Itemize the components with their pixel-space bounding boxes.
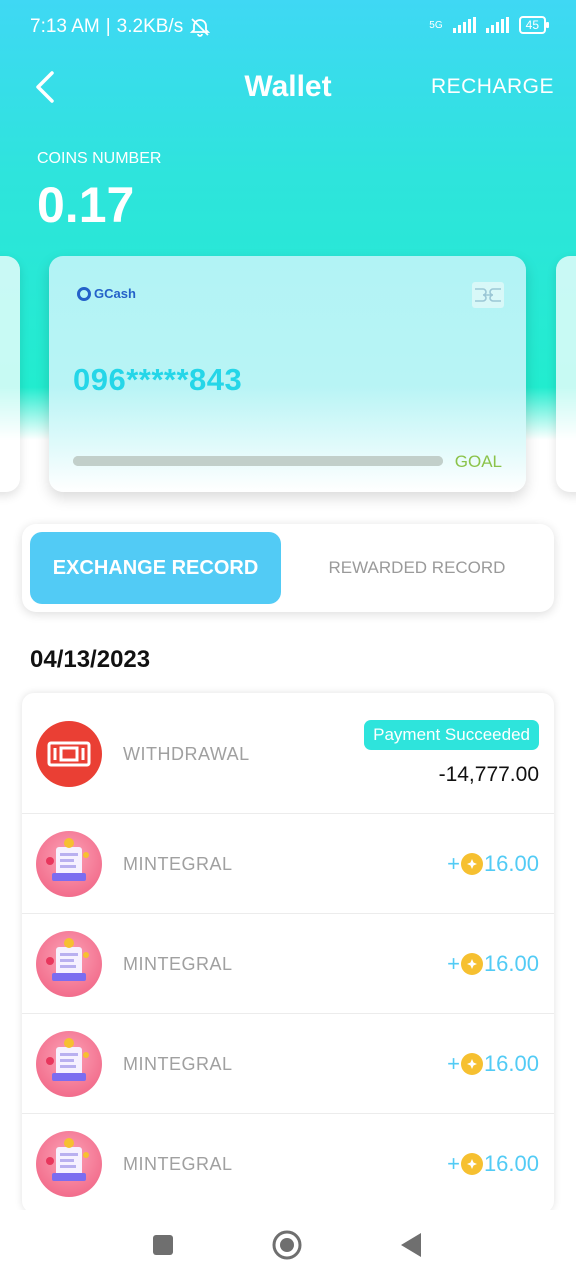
status-speed: 3.2KB/s bbox=[116, 16, 184, 37]
gcash-card[interactable]: GCash 096*****843 GOAL bbox=[49, 256, 526, 492]
list-item[interactable]: MINTEGRAL + 16.00 bbox=[22, 1014, 554, 1114]
signal-icon bbox=[452, 17, 476, 33]
amount-sign: + bbox=[447, 851, 460, 876]
status-time: 7:13 AM bbox=[30, 16, 100, 37]
record-tabs: EXCHANGE RECORD REWARDED RECORD bbox=[22, 524, 554, 612]
record-amount: -14,777.00 bbox=[438, 763, 539, 786]
amount-sign: + bbox=[447, 1151, 460, 1176]
home-button[interactable] bbox=[270, 1228, 304, 1262]
signal-icon-2 bbox=[485, 17, 509, 33]
tab-rewarded-record[interactable]: REWARDED RECORD bbox=[288, 532, 546, 604]
recharge-button[interactable]: RECHARGE bbox=[431, 75, 554, 99]
record-amount: + 16.00 bbox=[447, 1151, 539, 1177]
goal-label: GOAL bbox=[454, 452, 502, 471]
app-bar: Wallet RECHARGE bbox=[0, 56, 576, 120]
record-amount: + 16.00 bbox=[447, 851, 539, 877]
goal-progress-fill bbox=[73, 456, 443, 466]
coins-number-value: 0.17 bbox=[37, 177, 135, 233]
record-list: WITHDRAWAL Payment Succeeded -14,777.00 … bbox=[22, 693, 554, 1213]
list-item[interactable]: MINTEGRAL + 16.00 bbox=[22, 1114, 554, 1213]
amount-sign: + bbox=[447, 1051, 460, 1076]
gcash-logo: GCash bbox=[77, 286, 136, 301]
card-chip-icon bbox=[472, 282, 504, 308]
status-right: 5G 45 bbox=[429, 16, 550, 34]
next-card-peek[interactable] bbox=[556, 256, 576, 492]
record-date: 04/13/2023 bbox=[30, 646, 151, 673]
mintegral-icon bbox=[36, 831, 102, 897]
amount-value: 16.00 bbox=[483, 1151, 539, 1176]
mintegral-icon bbox=[36, 931, 102, 997]
system-navigation-bar bbox=[0, 1210, 576, 1280]
amount-value: 16.00 bbox=[483, 1051, 539, 1076]
record-name: WITHDRAWAL bbox=[123, 744, 250, 764]
coin-icon bbox=[460, 1053, 483, 1075]
battery-level: 45 bbox=[525, 18, 539, 32]
record-name: MINTEGRAL bbox=[123, 1154, 233, 1174]
list-item[interactable]: MINTEGRAL + 16.00 bbox=[22, 814, 554, 914]
status-separator: | bbox=[105, 16, 111, 37]
mintegral-icon bbox=[36, 1131, 102, 1197]
back-button[interactable] bbox=[394, 1228, 428, 1262]
status-bar: 7:13 AM | 3.2KB/s 5G 45 bbox=[0, 0, 576, 56]
list-item[interactable]: MINTEGRAL + 16.00 bbox=[22, 914, 554, 1014]
status-badge: Payment Succeeded bbox=[364, 720, 539, 750]
record-amount: + 16.00 bbox=[447, 951, 539, 977]
coins-number-label: COINS NUMBER bbox=[37, 150, 162, 167]
mintegral-icon bbox=[36, 1031, 102, 1097]
network-label: 5G bbox=[429, 19, 443, 31]
coin-icon bbox=[460, 953, 483, 975]
record-amount: + 16.00 bbox=[447, 1051, 539, 1077]
amount-value: 16.00 bbox=[483, 851, 539, 876]
record-name: MINTEGRAL bbox=[123, 954, 233, 974]
chevron-left-icon[interactable] bbox=[30, 68, 60, 106]
record-name: MINTEGRAL bbox=[123, 854, 233, 874]
gcash-brand-text: GCash bbox=[94, 286, 136, 301]
recents-button[interactable] bbox=[146, 1228, 180, 1262]
record-name: MINTEGRAL bbox=[123, 1054, 233, 1074]
goal-progress-bar bbox=[73, 456, 443, 466]
amount-sign: + bbox=[447, 951, 460, 976]
gcash-logo-icon bbox=[77, 286, 91, 301]
list-item-withdrawal[interactable]: WITHDRAWAL Payment Succeeded -14,777.00 bbox=[22, 693, 554, 814]
tab-exchange-record[interactable]: EXCHANGE RECORD bbox=[30, 532, 281, 604]
battery-icon: 45 bbox=[518, 16, 550, 34]
mute-icon bbox=[190, 18, 211, 37]
amount-value: 16.00 bbox=[483, 951, 539, 976]
withdrawal-icon bbox=[36, 721, 102, 787]
card-number: 096*****843 bbox=[73, 362, 243, 397]
previous-card-peek[interactable] bbox=[0, 256, 20, 492]
status-left: 7:13 AM | 3.2KB/s bbox=[30, 16, 211, 38]
coin-icon bbox=[460, 853, 483, 875]
coin-icon bbox=[460, 1153, 483, 1175]
